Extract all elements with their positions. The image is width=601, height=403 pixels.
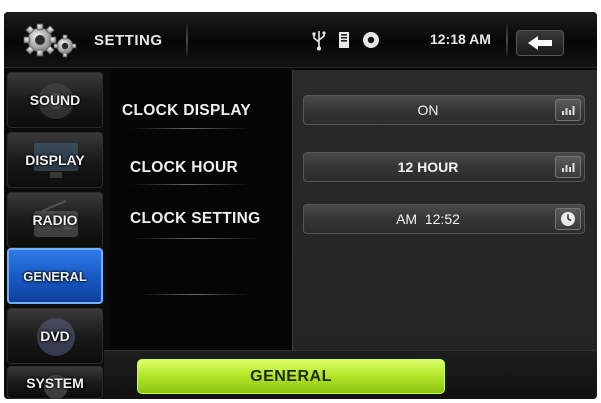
usb-icon xyxy=(312,31,326,51)
sidebar-item-label: RADIO xyxy=(32,212,78,228)
head-unit-screen: SETTING 12:18 AM SOUND DISPLAY RADIO GEN… xyxy=(4,12,597,399)
sidebar-item-display[interactable]: DISPLAY xyxy=(7,132,103,188)
page-title: SETTING xyxy=(94,32,163,49)
clock-display-label: CLOCK DISPLAY xyxy=(122,102,252,119)
settings-values-panel: ON 12 HOUR AM 12:52 xyxy=(292,70,597,350)
sidebar-item-sound[interactable]: SOUND xyxy=(7,72,103,128)
sd-card-icon xyxy=(339,32,349,48)
footer-bar: GENERAL xyxy=(104,350,597,399)
back-button[interactable] xyxy=(516,30,564,56)
sidebar-item-label: SOUND xyxy=(29,92,81,108)
divider xyxy=(130,128,250,129)
settings-labels: CLOCK DISPLAY CLOCK HOUR CLOCK SETTING xyxy=(110,70,292,350)
sidebar-item-label: DVD xyxy=(40,328,70,344)
sidebar-item-dvd[interactable]: DVD xyxy=(7,308,103,364)
sidebar-item-general[interactable]: GENERAL xyxy=(7,248,103,304)
bars-icon xyxy=(562,106,575,115)
sidebar-item-radio[interactable]: RADIO xyxy=(7,192,103,248)
disc-icon xyxy=(363,32,379,48)
sidebar-item-label: GENERAL xyxy=(23,268,87,284)
header-clock: 12:18 AM xyxy=(430,31,491,47)
general-category-button[interactable]: GENERAL xyxy=(137,359,445,394)
clock-hour-row[interactable]: 12 HOUR xyxy=(303,152,585,182)
clock-display-select-button[interactable] xyxy=(555,99,581,121)
divider xyxy=(140,294,250,295)
header-divider xyxy=(186,24,188,56)
clock-display-value: ON xyxy=(417,102,439,118)
clock-hour-value: 12 HOUR xyxy=(397,159,459,175)
clock-setting-button[interactable] xyxy=(555,208,581,230)
back-arrow-icon xyxy=(528,36,552,50)
clock-setting-label: CLOCK SETTING xyxy=(130,210,261,227)
sidebar-item-system[interactable]: SYSTEM xyxy=(7,366,103,399)
divider xyxy=(130,184,250,185)
clock-setting-row[interactable]: AM 12:52 xyxy=(303,204,585,234)
sidebar-item-label: SYSTEM xyxy=(26,374,84,391)
status-icons xyxy=(312,28,380,52)
bars-icon xyxy=(562,163,575,172)
sidebar: SOUND DISPLAY RADIO GENERAL DVD SYSTEM xyxy=(4,70,104,399)
clock-display-row[interactable]: ON xyxy=(303,95,585,125)
header-divider xyxy=(506,24,508,56)
gear-icon xyxy=(18,22,80,58)
clock-hour-select-button[interactable] xyxy=(555,156,581,178)
clock-hour-label: CLOCK HOUR xyxy=(130,159,239,176)
header-bar: SETTING 12:18 AM xyxy=(4,12,597,68)
clock-icon xyxy=(561,212,575,226)
divider xyxy=(130,238,260,239)
sidebar-item-label: DISPLAY xyxy=(25,152,85,168)
clock-setting-value: AM 12:52 xyxy=(396,211,460,227)
